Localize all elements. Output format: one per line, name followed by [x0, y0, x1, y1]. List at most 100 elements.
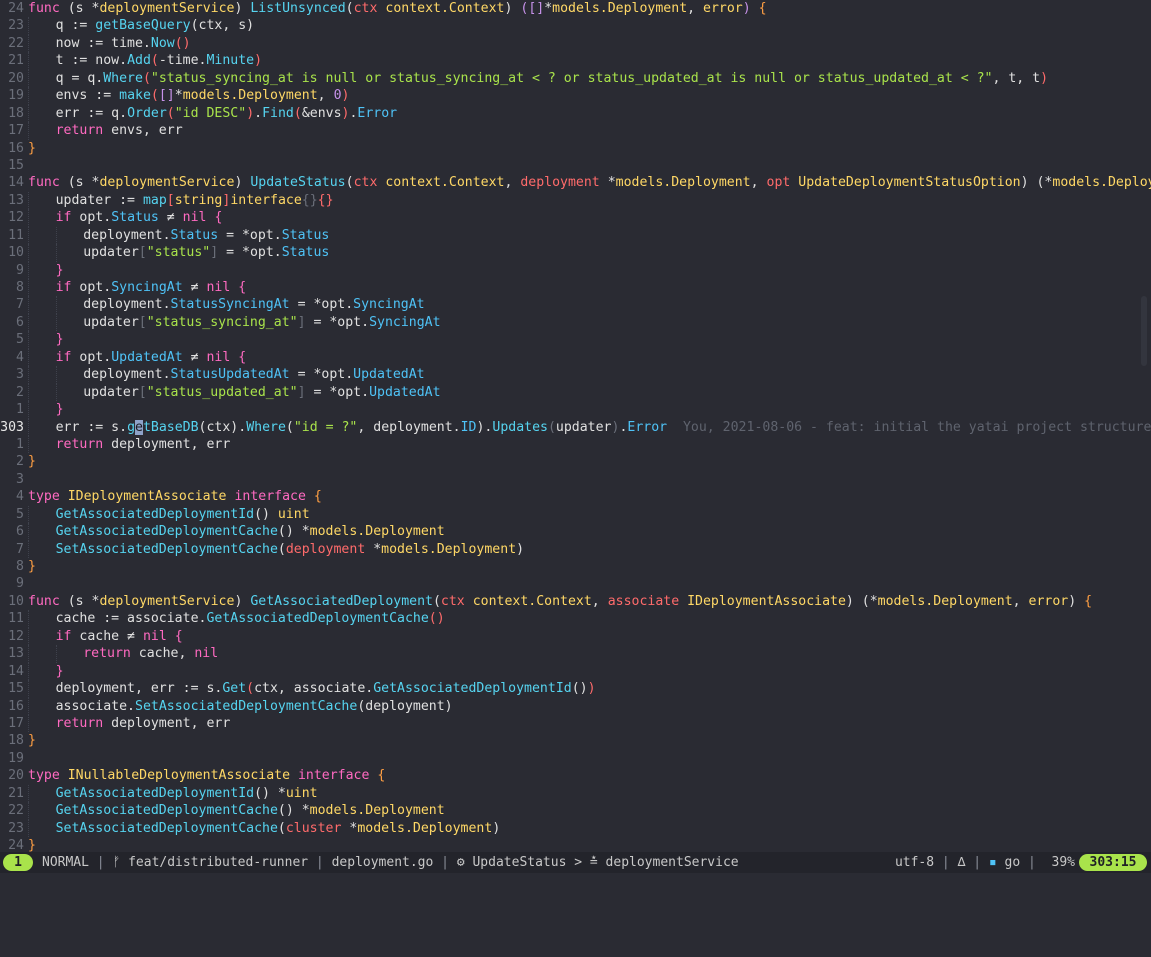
code-text: err := q.Order("id DESC").Find(&envs).Er…	[56, 106, 398, 121]
code-line[interactable]: 8 if opt.SyncingAt ≠ nil {	[0, 279, 1151, 297]
code-line[interactable]: 8}	[0, 558, 1151, 575]
code-line[interactable]: 1}	[0, 401, 1151, 419]
breadcrumb-function: UpdateStatus	[472, 855, 567, 870]
code-token: Get	[222, 681, 247, 697]
code-text: now := time.Now()	[56, 36, 191, 51]
code-line[interactable]: 9}	[0, 261, 1151, 279]
code-line[interactable]: 7 deployment.StatusSyncingAt = *opt.Synci…	[0, 296, 1151, 314]
code-line[interactable]: 9	[0, 575, 1151, 592]
line-number: 17	[8, 123, 24, 139]
code-token: UpdatedAt	[369, 384, 441, 400]
code-line[interactable]: 4 type IDeploymentAssociate interface {	[0, 488, 1151, 505]
code-line[interactable]: 3	[0, 471, 1151, 488]
code-editor[interactable]: 24 func (s *deploymentService) ListUnsync…	[0, 0, 1151, 852]
indent-guide	[28, 104, 56, 123]
code-line[interactable]: 2 updater["status_updated_at"] = *opt.Upd…	[0, 383, 1151, 402]
code-line[interactable]: 12 if cache ≠ nil {	[0, 627, 1151, 646]
code-token: SetAssociatedDeploymentCache	[55, 820, 278, 836]
code-text: cache := associate.GetAssociatedDeployme…	[56, 611, 445, 626]
code-line[interactable]: 21 GetAssociatedDeploymentId() *uint	[0, 784, 1151, 803]
indent-guide	[28, 261, 56, 279]
code-line[interactable]: 21 t := now.Add(-time.Minute)	[0, 52, 1151, 70]
code-line[interactable]: 4 if opt.UpdatedAt ≠ nil {	[0, 348, 1151, 367]
line-number: 18	[8, 733, 24, 749]
indent-guide	[28, 523, 56, 541]
code-text: }	[56, 263, 64, 278]
scrollbar[interactable]	[1141, 296, 1147, 366]
code-token: (	[277, 820, 286, 836]
code-text: deployment.StatusSyncingAt = *opt.Syncin…	[83, 297, 424, 312]
code-line[interactable]: 15 deployment, err := s.Get(ctx, associat…	[0, 680, 1151, 698]
code-line[interactable]: 23 q := getBaseQuery(ctx, s)	[0, 17, 1151, 35]
code-line[interactable]: 17 return envs, err	[0, 122, 1151, 140]
code-line[interactable]: 6 GetAssociatedDeploymentCache() *models.…	[0, 523, 1151, 541]
code-token: SetAssociatedDeploymentCache	[135, 698, 358, 714]
code-text: }	[28, 733, 36, 748]
code-token: opt	[766, 175, 791, 191]
code-line[interactable]: 10 updater["status"] = *opt.Status	[0, 244, 1151, 262]
code-line[interactable]: 2}	[0, 453, 1151, 470]
code-token: [	[138, 245, 147, 261]
code-token: )	[246, 105, 255, 121]
code-line[interactable]: 22 GetAssociatedDeploymentCache() *models…	[0, 802, 1151, 820]
code-line[interactable]: 11 deployment.Status = *opt.Status	[0, 226, 1151, 245]
indent-guide	[28, 244, 56, 262]
code-line[interactable]: 11 cache := associate.GetAssociatedDeploy…	[0, 610, 1151, 628]
code-text: SetAssociatedDeploymentCache(deployment …	[56, 542, 525, 557]
code-token: deployment, err	[103, 715, 231, 731]
code-line[interactable]: 22 now := time.Now()	[0, 34, 1151, 53]
code-line[interactable]: 19 envs := make([]*models.Deployment, 0)	[0, 87, 1151, 105]
code-line[interactable]: 12 if opt.Status ≠ nil {	[0, 209, 1151, 227]
code-token: }	[28, 454, 36, 470]
code-token: {	[377, 768, 386, 784]
indent-guide	[28, 697, 56, 715]
code-line[interactable]: 14 func (s *deploymentService) UpdateStat…	[0, 174, 1151, 191]
code-line[interactable]: 3 deployment.StatusUpdatedAt = *opt.Updat…	[0, 366, 1151, 384]
current-code-line[interactable]: 303 err := s.getBaseDB(ctx).Where("id = ?…	[0, 418, 1151, 436]
code-text: if opt.UpdatedAt ≠ nil {	[56, 350, 247, 365]
code-line[interactable]: 5 GetAssociatedDeploymentId() uint	[0, 505, 1151, 524]
line-number: 15	[8, 157, 24, 173]
code-line[interactable]: 18 err := q.Order("id DESC").Find(&envs).…	[0, 104, 1151, 123]
line-number: 16	[8, 140, 24, 156]
code-token: (	[547, 419, 556, 435]
code-line[interactable]: 20 type INullableDeploymentAssociate inte…	[0, 767, 1151, 784]
code-line[interactable]: 15	[0, 157, 1151, 174]
code-text: GetAssociatedDeploymentCache() *models.D…	[56, 524, 445, 539]
code-token: Add	[127, 53, 151, 69]
code-line[interactable]: 16 associate.SetAssociatedDeploymentCache…	[0, 697, 1151, 715]
code-line[interactable]: 18}	[0, 732, 1151, 749]
code-token: func	[28, 1, 68, 16]
indent-guide	[28, 209, 56, 227]
code-token: GetAssociatedDeploymentId	[55, 785, 255, 801]
code-line[interactable]: 24}	[0, 837, 1151, 852]
code-line[interactable]: 19	[0, 750, 1151, 767]
indent-guide	[28, 610, 56, 628]
command-line[interactable]	[0, 873, 1151, 891]
code-token: {	[238, 280, 247, 295]
code-token: updater :=	[55, 192, 143, 208]
code-line[interactable]: 10 func (s *deploymentService) GetAssocia…	[0, 593, 1151, 610]
code-line[interactable]: 24 func (s *deploymentService) ListUnsync…	[0, 0, 1151, 17]
code-line[interactable]: 16}	[0, 140, 1151, 157]
code-token: *	[365, 541, 382, 557]
code-line[interactable]: 17 return deployment, err	[0, 714, 1151, 733]
statusline-right: utf-8 | ∆ | ▪ go | 39%	[894, 855, 1075, 870]
code-line[interactable]: 5}	[0, 331, 1151, 349]
code-line[interactable]: 14}	[0, 662, 1151, 681]
code-line[interactable]: 7 SetAssociatedDeploymentCache(deployment…	[0, 540, 1151, 558]
code-token: [	[138, 314, 147, 330]
code-line[interactable]: 13 updater := map[string]interface{}{}	[0, 191, 1151, 210]
code-token: opt.	[71, 210, 112, 226]
line-number: 17	[8, 715, 24, 731]
code-token: (	[246, 681, 255, 697]
code-token: ID	[460, 419, 477, 435]
code-line[interactable]: 1 return deployment, err	[0, 435, 1151, 454]
code-token: nil	[182, 210, 207, 226]
code-line[interactable]: 13 return cache, nil	[0, 645, 1151, 663]
code-line[interactable]: 20 q = q.Where("status_syncing_at is null…	[0, 69, 1151, 88]
code-line[interactable]: 6 updater["status_syncing_at"] = *opt.Syn…	[0, 313, 1151, 332]
code-token: Error	[357, 105, 398, 121]
code-line[interactable]: 23 SetAssociatedDeploymentCache(cluster *…	[0, 819, 1151, 837]
